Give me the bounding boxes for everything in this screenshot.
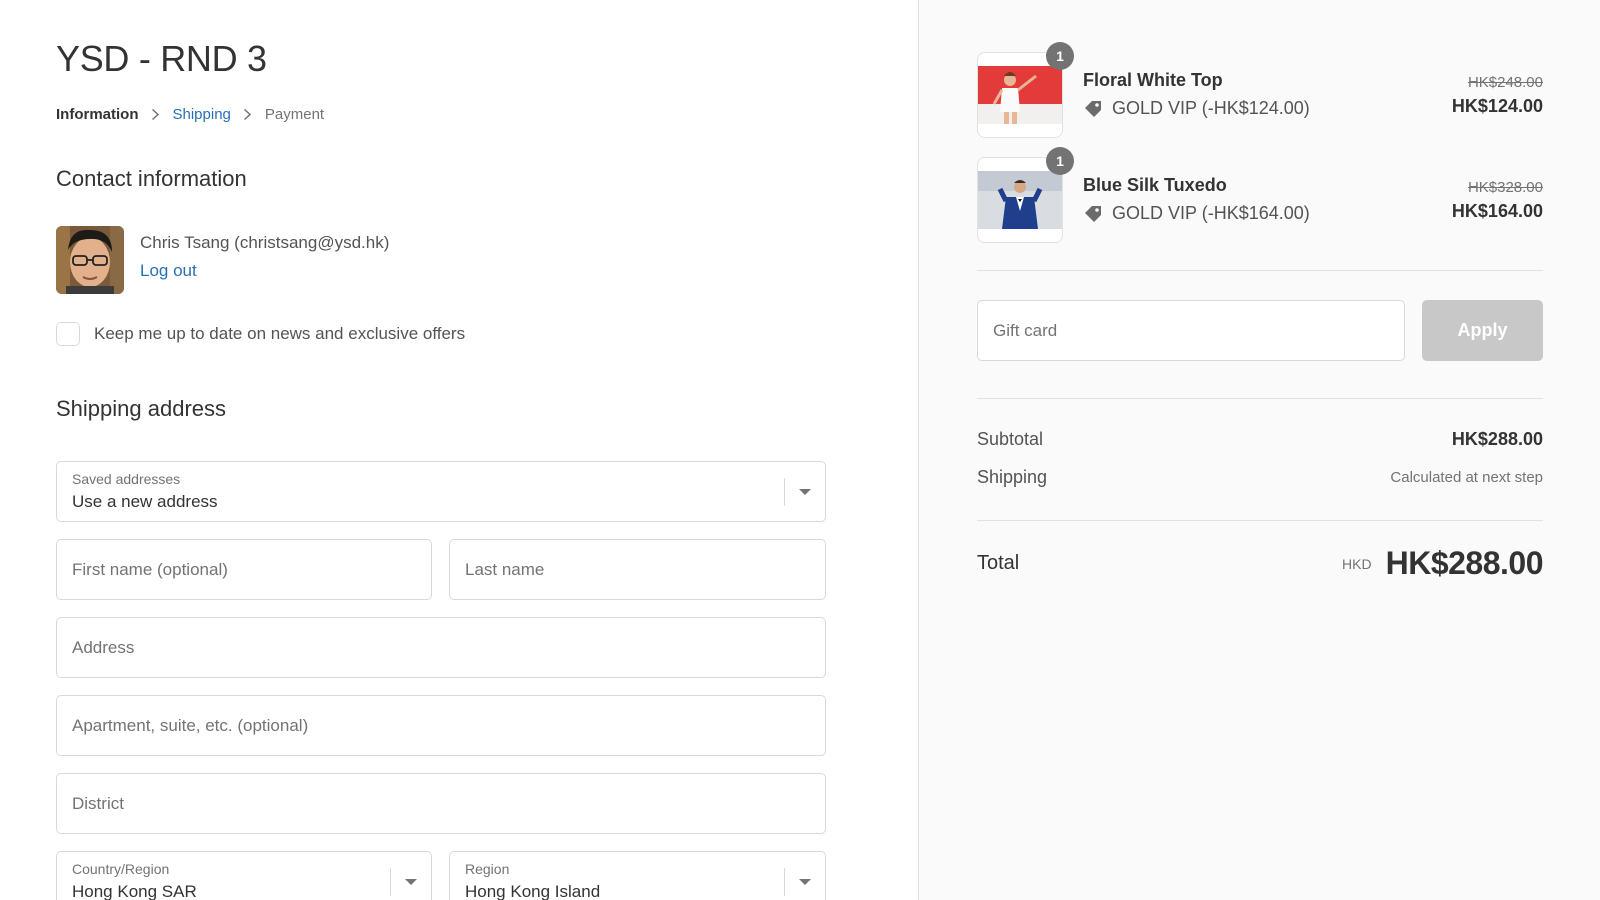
select-divider: [784, 868, 785, 896]
chevron-down-icon[interactable]: [799, 489, 811, 495]
total-value: HK$288.00: [1385, 545, 1544, 581]
contact-name-email: Chris Tsang (christsang@ysd.hk): [140, 233, 390, 252]
product-image: [978, 66, 1062, 124]
apartment-placeholder: Apartment, suite, etc. (optional): [72, 715, 309, 735]
product-discount: GOLD VIP (-HK$164.00): [1083, 203, 1310, 224]
product-image: [978, 171, 1062, 229]
breadcrumb-payment: Payment: [264, 106, 325, 123]
checkout-page: YSD - RND 3 Information Shipping Payment…: [0, 0, 1600, 900]
contact-section-title: Contact information: [56, 166, 247, 191]
divider: [977, 398, 1543, 399]
gift-card-input[interactable]: Gift card: [977, 300, 1405, 361]
contact-card: Chris Tsang (christsang@ysd.hk) Log out: [56, 226, 389, 294]
breadcrumb: Information Shipping Payment: [56, 106, 324, 123]
region-select[interactable]: Region Hong Kong Island: [449, 851, 826, 900]
product-discount-label: GOLD VIP (-HK$124.00): [1112, 98, 1310, 118]
subtotal-row: Subtotal HK$288.00: [977, 429, 1543, 450]
newsletter-checkbox[interactable]: [56, 322, 80, 346]
tag-icon: [1085, 100, 1101, 117]
product-price: HK$164.00: [1451, 201, 1543, 221]
tag-icon: [1085, 205, 1101, 222]
newsletter-label[interactable]: Keep me up to date on news and exclusive…: [94, 324, 465, 344]
logout-link[interactable]: Log out: [140, 261, 389, 281]
first-name-placeholder: First name (optional): [72, 559, 228, 579]
product-discount: GOLD VIP (-HK$124.00): [1083, 98, 1310, 119]
select-divider: [784, 478, 785, 506]
region-value: Hong Kong Island: [465, 882, 601, 900]
quantity-badge: 1: [1046, 147, 1074, 175]
contact-info: Chris Tsang (christsang@ysd.hk) Log out: [140, 233, 389, 281]
apartment-field[interactable]: Apartment, suite, etc. (optional): [56, 695, 826, 756]
total-currency: HKD: [1342, 555, 1372, 572]
shipping-value: Calculated at next step: [1390, 469, 1543, 486]
subtotal-value: HK$288.00: [1451, 429, 1543, 449]
gift-card-placeholder: Gift card: [993, 320, 1058, 340]
address-field[interactable]: Address: [56, 617, 826, 678]
subtotal-label: Subtotal: [977, 429, 1044, 449]
country-select[interactable]: Country/Region Hong Kong SAR: [56, 851, 432, 900]
product-price: HK$124.00: [1451, 96, 1543, 116]
breadcrumb-information[interactable]: Information: [56, 106, 139, 123]
select-divider: [390, 868, 391, 896]
address-placeholder: Address: [72, 637, 135, 657]
product-compare-price: HK$248.00: [1467, 74, 1543, 91]
saved-addresses-label: Saved addresses: [72, 471, 181, 487]
district-placeholder: District: [72, 793, 124, 813]
total-row: Total HKD HK$288.00: [977, 545, 1544, 582]
product-discount-label: GOLD VIP (-HK$164.00): [1112, 203, 1310, 223]
saved-addresses-value: Use a new address: [72, 492, 218, 511]
order-summary: 1 Floral White Top GOLD VIP (-HK$124.00)…: [918, 0, 1600, 900]
country-value: Hong Kong SAR: [72, 882, 197, 900]
line-item: 1 Floral White Top GOLD VIP (-HK$124.00)…: [977, 42, 1543, 138]
first-name-field[interactable]: First name (optional): [56, 539, 432, 600]
divider: [977, 270, 1543, 271]
country-label: Country/Region: [72, 861, 170, 877]
checkout-main: YSD - RND 3 Information Shipping Payment…: [0, 0, 918, 900]
shipping-row: Shipping Calculated at next step: [977, 467, 1543, 488]
region-label: Region: [465, 861, 510, 877]
apply-button[interactable]: Apply: [1422, 300, 1543, 361]
saved-addresses-select[interactable]: Saved addresses Use a new address: [56, 461, 826, 522]
chevron-right-icon: [139, 108, 173, 121]
chevron-right-icon: [231, 108, 265, 121]
newsletter-opt-in[interactable]: Keep me up to date on news and exclusive…: [56, 322, 465, 346]
product-name: Floral White Top: [1083, 70, 1223, 90]
chevron-down-icon[interactable]: [405, 879, 417, 885]
chevron-down-icon[interactable]: [799, 879, 811, 885]
avatar: [56, 226, 124, 294]
product-thumbnail: 1: [977, 42, 1074, 138]
district-field[interactable]: District: [56, 773, 826, 834]
quantity-badge: 1: [1046, 42, 1074, 70]
shipping-section-title: Shipping address: [56, 396, 227, 421]
divider: [977, 520, 1543, 521]
product-name: Blue Silk Tuxedo: [1083, 175, 1227, 195]
store-title[interactable]: YSD - RND 3: [56, 38, 267, 80]
line-item: 1 Blue Silk Tuxedo GOLD VIP (-HK$164.00)…: [977, 147, 1543, 243]
total-label: Total: [977, 552, 1020, 574]
product-compare-price: HK$328.00: [1467, 179, 1543, 196]
product-thumbnail: 1: [977, 147, 1074, 243]
total-amount: HKD HK$288.00: [1342, 545, 1543, 582]
last-name-placeholder: Last name: [465, 559, 545, 579]
breadcrumb-shipping[interactable]: Shipping: [173, 106, 231, 123]
shipping-label: Shipping: [977, 467, 1048, 487]
last-name-field[interactable]: Last name: [449, 539, 826, 600]
